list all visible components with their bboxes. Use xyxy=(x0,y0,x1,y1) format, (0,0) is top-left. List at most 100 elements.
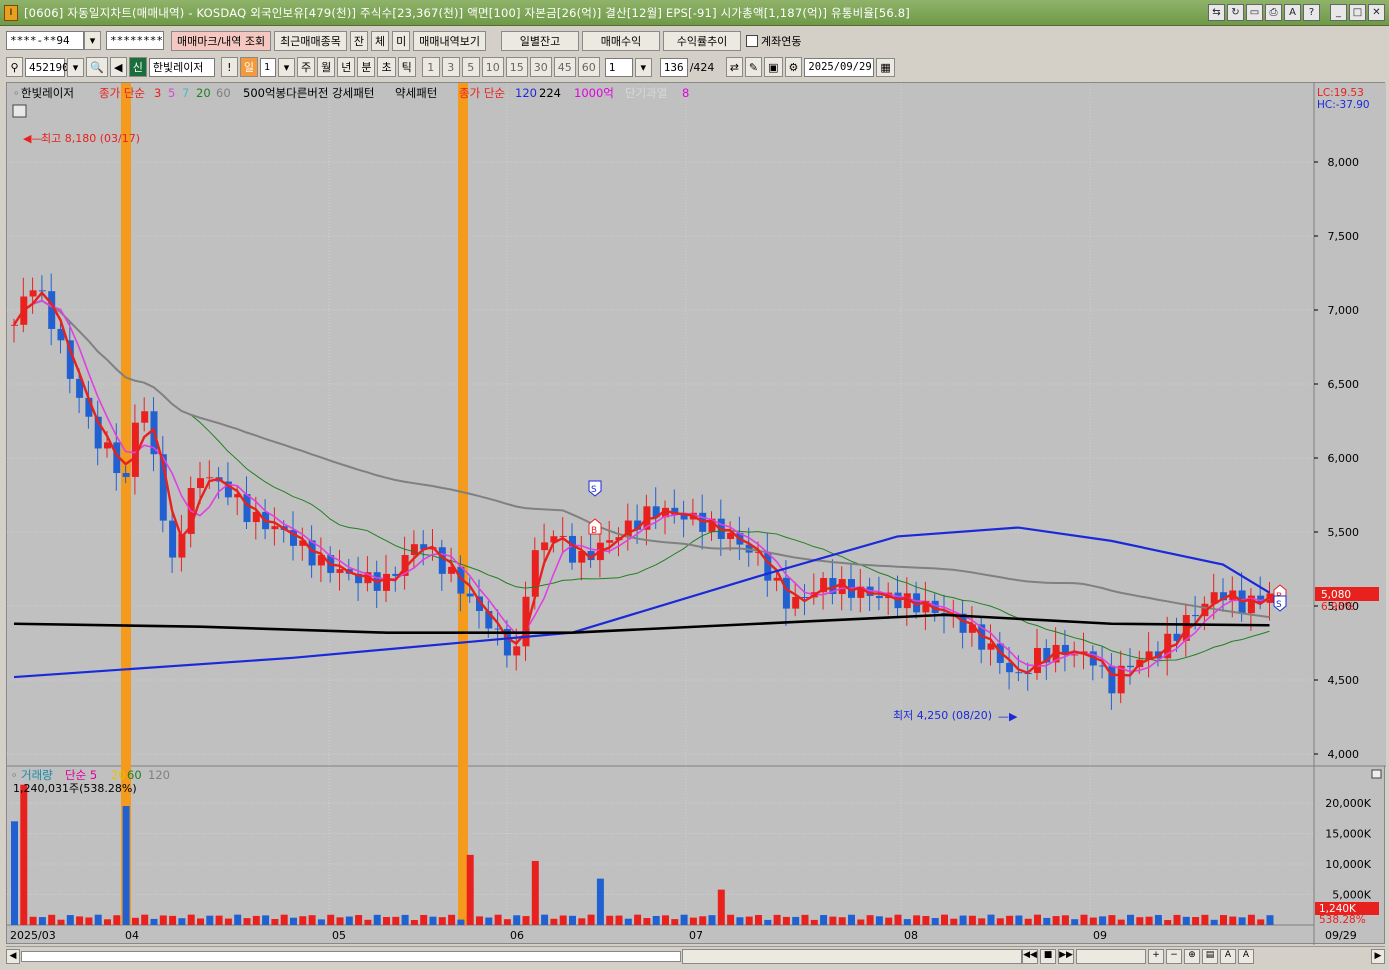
interval-30-button[interactable]: 30 xyxy=(529,57,552,77)
volume-bar xyxy=(717,889,725,925)
scroll-thumb[interactable] xyxy=(682,949,1022,964)
period-month-button[interactable]: 월 xyxy=(317,57,336,77)
volume-bar xyxy=(857,919,865,925)
scroll-track[interactable] xyxy=(21,951,681,962)
scroll-end-icon[interactable]: ⊕ xyxy=(1184,949,1200,964)
magnifier-icon[interactable]: 🔍 xyxy=(86,57,108,77)
volume-bar xyxy=(364,919,372,925)
minimize-icon[interactable]: _ xyxy=(1330,4,1347,21)
interval-15-button[interactable]: 15 xyxy=(505,57,528,77)
speed-slider[interactable] xyxy=(1076,949,1146,964)
chart-scrollbar[interactable]: ◀ ◀◀ ■ ▶▶ + − ⊕ ▤ A A ▶ xyxy=(6,946,1385,966)
history-view-button[interactable]: 매매내역보기 xyxy=(413,30,487,51)
close-icon[interactable]: ✕ xyxy=(1368,4,1385,21)
volume-bar xyxy=(875,916,883,925)
interval-10-button[interactable]: 10 xyxy=(481,57,504,77)
new-listing-badge: 신 xyxy=(128,57,147,77)
interval-3-button[interactable]: 3 xyxy=(441,57,460,77)
volume-bar xyxy=(522,916,530,925)
account-dropdown-icon[interactable]: ▾ xyxy=(84,31,101,50)
speaker-icon[interactable]: ◀ xyxy=(109,57,127,77)
interval-dropdown-icon[interactable]: ▾ xyxy=(634,57,652,77)
volume-bar xyxy=(355,915,363,925)
maximize-icon[interactable]: □ xyxy=(1349,4,1366,21)
return-trend-button[interactable]: 수익률추이 xyxy=(663,30,742,51)
rewind-icon[interactable]: ◀◀ xyxy=(1022,949,1038,964)
count-input[interactable]: 136 xyxy=(659,57,688,77)
che-button[interactable]: 체 xyxy=(371,30,390,51)
forward-icon[interactable]: ▶▶ xyxy=(1058,949,1074,964)
period-count-input[interactable]: 1 xyxy=(259,57,276,77)
fit-icon[interactable]: ▤ xyxy=(1202,949,1218,964)
daily-balance-button[interactable]: 일별잔고 xyxy=(501,30,580,51)
volume-bar xyxy=(885,917,893,925)
interval-1-button[interactable]: 1 xyxy=(421,57,440,77)
text-size-up-icon[interactable]: A xyxy=(1220,949,1236,964)
refresh-icon[interactable]: ↻ xyxy=(1227,4,1244,21)
candle-body xyxy=(169,520,177,558)
checkbox-box[interactable] xyxy=(746,34,759,47)
volume-bar xyxy=(1071,919,1079,925)
save-icon[interactable]: ▣ xyxy=(764,57,783,77)
period-day-button[interactable]: 일 xyxy=(239,57,258,77)
date-input[interactable]: 2025/09/29 xyxy=(804,57,875,77)
stock-code-input[interactable]: 452190 xyxy=(25,57,69,77)
recent-trades-button[interactable]: 최근매매종목 xyxy=(274,30,347,51)
print-icon[interactable]: ⎙ xyxy=(1265,4,1282,21)
trade-profit-button[interactable]: 매매수익 xyxy=(582,30,661,51)
period-year-button[interactable]: 년 xyxy=(337,57,356,77)
font-icon[interactable]: A xyxy=(1284,4,1301,21)
jan-button[interactable]: 잔 xyxy=(349,30,369,51)
period-count-dropdown-icon[interactable]: ▾ xyxy=(277,57,295,77)
mi-button[interactable]: 미 xyxy=(392,30,411,51)
scroll-right-icon[interactable]: ▶ xyxy=(1371,949,1385,964)
candle-body xyxy=(1127,665,1134,668)
price-tick-label: 6,000 xyxy=(1328,452,1360,465)
volume-bar xyxy=(122,806,130,925)
calendar-icon[interactable]: ▦ xyxy=(876,57,895,77)
help-icon[interactable]: ? xyxy=(1303,4,1320,21)
period-minute-button[interactable]: 분 xyxy=(357,57,376,77)
text-size-down-icon[interactable]: A xyxy=(1238,949,1254,964)
volume-bar xyxy=(755,914,762,925)
chart-tool-icon[interactable]: ✎ xyxy=(744,57,763,77)
volume-bar xyxy=(271,918,279,925)
table-toggle-icon[interactable] xyxy=(12,104,27,118)
interval-45-button[interactable]: 45 xyxy=(553,57,576,77)
mark-query-button[interactable]: 매매마크/내역 조회 xyxy=(171,30,272,51)
scroll-left-icon[interactable]: ◀ xyxy=(6,949,20,964)
volume-bar xyxy=(1061,915,1069,925)
search-code-icon[interactable]: ⚲ xyxy=(6,57,23,77)
password-input[interactable]: ******** xyxy=(106,31,164,50)
x-axis: 2025/03 04 05 06 07 08 09 09/29 xyxy=(10,929,1357,942)
settings-icon[interactable]: ⚙ xyxy=(784,57,803,77)
window-title: [0606] 자동일지차트(매매내역) - KOSDAQ 외국인보유[479(천… xyxy=(24,5,910,20)
arrow-tool-icon[interactable]: ⇄ xyxy=(725,57,743,77)
volume-bar xyxy=(615,915,623,925)
link-icon[interactable]: ⇆ xyxy=(1208,4,1225,21)
zoom-out-icon[interactable]: − xyxy=(1166,949,1182,964)
alert-icon[interactable]: ! xyxy=(220,57,238,77)
volume-bar xyxy=(85,917,93,925)
vol-legend-ma120: 120 xyxy=(148,768,170,782)
volume-bar xyxy=(1136,917,1144,925)
stop-icon[interactable]: ■ xyxy=(1040,949,1056,964)
account-link-checkbox[interactable]: 계좌연동 xyxy=(746,33,802,49)
price-tick-label: 5,500 xyxy=(1328,526,1360,539)
monitor-icon[interactable]: ▭ xyxy=(1246,4,1263,21)
period-week-button[interactable]: 주 xyxy=(296,57,316,77)
interval-60-button[interactable]: 60 xyxy=(577,57,600,77)
volume-bar xyxy=(169,915,177,925)
interval-5-button[interactable]: 5 xyxy=(461,57,480,77)
period-tick-button[interactable]: 틱 xyxy=(397,57,416,77)
chart-canvas[interactable]: 8,0007,5007,0006,5006,0005,5005,0004,500… xyxy=(6,83,1386,945)
zoom-in-icon[interactable]: + xyxy=(1148,949,1164,964)
period-second-button[interactable]: 초 xyxy=(377,57,396,77)
volume-bar xyxy=(48,914,56,925)
volume-bar xyxy=(327,914,335,925)
account-input[interactable]: ****-**94 xyxy=(6,31,84,50)
interval-input[interactable]: 1 xyxy=(604,57,633,77)
chart-area[interactable]: 8,000 7,500 7,000 6,500 6,000 5,500 5,000 4,500… xyxy=(6,82,1386,945)
vol-panel-max-icon[interactable] xyxy=(1371,769,1382,779)
stock-dropdown-icon[interactable]: ▾ xyxy=(67,57,84,77)
